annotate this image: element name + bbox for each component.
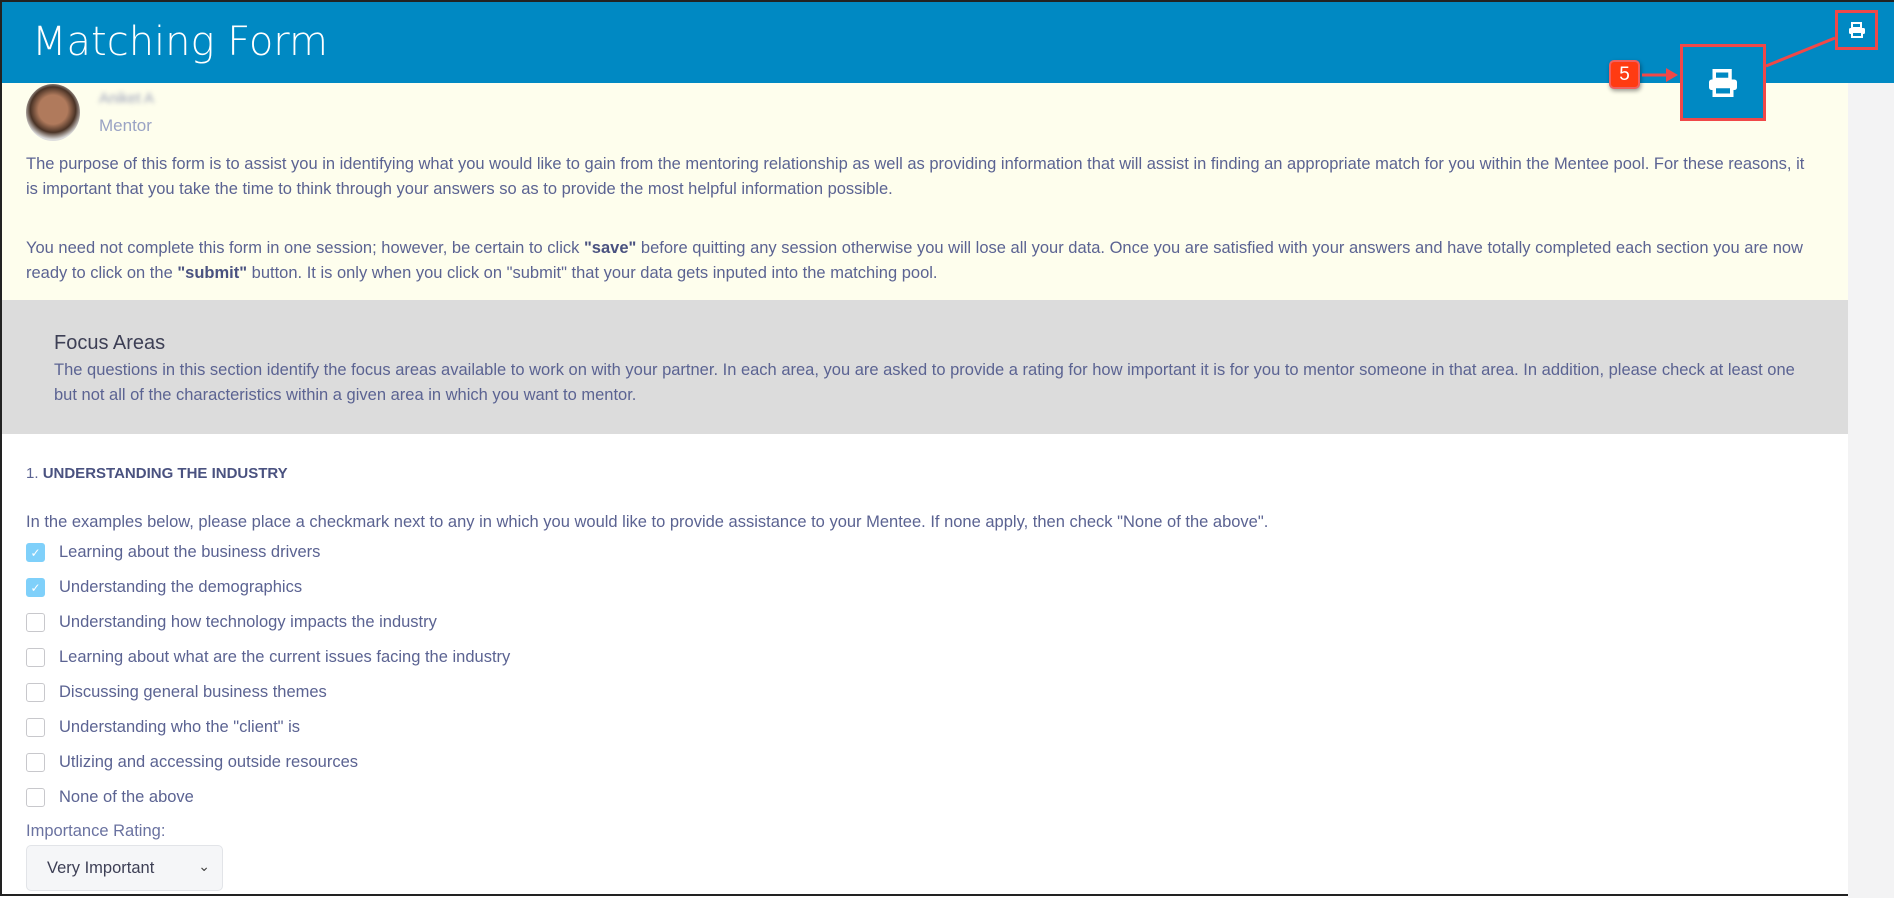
question-heading: UNDERSTANDING THE INDUSTRY xyxy=(42,465,288,482)
checkbox[interactable]: ✓ xyxy=(26,543,45,562)
right-gutter xyxy=(1848,83,1894,898)
checkbox-label: Understanding how technology impacts the… xyxy=(59,613,437,631)
printer-icon xyxy=(1709,68,1737,97)
checkbox-label: None of the above xyxy=(59,788,194,806)
avatar xyxy=(26,84,80,141)
checkbox-option[interactable]: ✓ Understanding the demographics xyxy=(26,578,302,597)
checkbox-option[interactable]: Learning about what are the current issu… xyxy=(26,648,510,667)
step-badge: 5 xyxy=(1609,60,1640,89)
checkbox-label: Learning about what are the current issu… xyxy=(59,648,511,666)
importance-rating-label: Importance Rating: xyxy=(26,822,166,840)
printer-icon xyxy=(1848,22,1865,38)
checkbox-label: Understanding the demographics xyxy=(59,578,303,596)
print-button-header[interactable] xyxy=(1835,10,1878,50)
section-description: The questions in this section identify t… xyxy=(54,361,1795,404)
selected-value: Very Important xyxy=(47,859,155,877)
intro-paragraph-1: The purpose of this form is to assist yo… xyxy=(26,155,1805,198)
checkbox-option[interactable]: Utlizing and accessing outside resources xyxy=(26,753,358,772)
section-title: Focus Areas xyxy=(54,332,166,354)
importance-rating-select[interactable]: Very Important ⌄ xyxy=(26,845,223,891)
checkbox[interactable] xyxy=(26,788,45,807)
user-name: Aniket A xyxy=(99,90,155,107)
print-button[interactable] xyxy=(1680,44,1766,121)
checkbox-option[interactable]: ✓ Learning about the business drivers xyxy=(26,543,320,562)
checkbox-option[interactable]: Discussing general business themes xyxy=(26,683,327,702)
text: You need not complete this form in one s… xyxy=(26,239,584,257)
page-title: Matching Form xyxy=(32,19,328,65)
submit-emphasis: "submit" xyxy=(177,264,248,282)
checkbox[interactable] xyxy=(26,683,45,702)
save-emphasis: "save" xyxy=(583,239,637,257)
checkbox-option[interactable]: Understanding who the "client" is xyxy=(26,718,300,737)
checkbox-label: Discussing general business themes xyxy=(59,683,327,701)
question-title: 1. UNDERSTANDING THE INDUSTRY xyxy=(26,465,288,482)
checkbox[interactable] xyxy=(26,718,45,737)
checkbox-option[interactable]: None of the above xyxy=(26,788,194,807)
checkbox-label: Learning about the business drivers xyxy=(59,543,321,561)
checkbox-label: Utlizing and accessing outside resources xyxy=(59,753,358,771)
text: button. It is only when you click on "su… xyxy=(247,264,938,282)
intro-paragraph-2: You need not complete this form in one s… xyxy=(26,236,1816,286)
checkbox[interactable] xyxy=(26,613,45,632)
question-number: 1. xyxy=(26,465,39,482)
user-role: Mentor xyxy=(99,116,152,135)
checkbox[interactable] xyxy=(26,648,45,667)
checkbox[interactable] xyxy=(26,753,45,772)
checkbox-option[interactable]: Understanding how technology impacts the… xyxy=(26,613,437,632)
checkbox[interactable]: ✓ xyxy=(26,578,45,597)
chevron-down-icon: ⌄ xyxy=(198,858,210,874)
checkbox-label: Understanding who the "client" is xyxy=(59,718,301,736)
question-instruction: In the examples below, please place a ch… xyxy=(26,513,1269,531)
